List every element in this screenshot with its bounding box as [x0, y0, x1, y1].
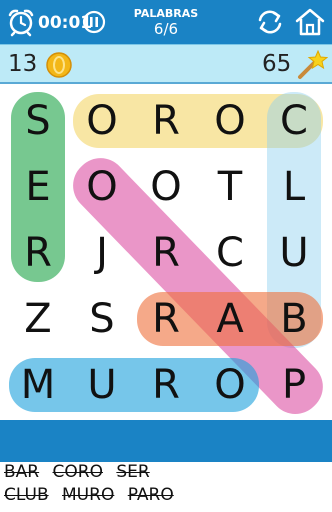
letter-cell[interactable]: S — [6, 88, 70, 154]
refresh-button[interactable] — [254, 7, 286, 41]
letter-cell[interactable]: O — [198, 352, 262, 418]
letter-cell[interactable]: C — [198, 220, 262, 286]
letter-cell[interactable]: O — [198, 88, 262, 154]
coin-icon — [46, 52, 72, 82]
home-button[interactable] — [294, 6, 326, 42]
letter-cell[interactable]: R — [134, 88, 198, 154]
bottom-stripe — [0, 420, 332, 460]
letter-cell[interactable]: R — [134, 286, 198, 352]
letter-cell[interactable]: O — [70, 88, 134, 154]
found-word: MURO — [62, 485, 115, 505]
letter-cell[interactable]: U — [70, 352, 134, 418]
letter-cell[interactable]: Z — [6, 286, 70, 352]
top-bar: 00:01 PALABRAS 6/6 — [0, 0, 332, 44]
hint-count: 65 — [262, 51, 292, 77]
letter-cell[interactable]: J — [70, 220, 134, 286]
found-word: BAR — [4, 462, 40, 482]
word-list-row: BAR CORO SER — [4, 462, 328, 485]
letter-cell[interactable]: A — [198, 286, 262, 352]
letter-cell[interactable]: E — [6, 154, 70, 220]
letter-cell[interactable]: P — [262, 352, 326, 418]
letter-cell[interactable]: R — [134, 220, 198, 286]
word-search-board[interactable]: SOROCEOOTLRJRCUZSRABMUROP — [0, 84, 332, 425]
stats-bar: 13 65 — [0, 44, 332, 84]
letter-cell[interactable]: O — [134, 154, 198, 220]
letter-cell[interactable]: S — [70, 286, 134, 352]
magic-wand-icon[interactable] — [296, 49, 329, 85]
found-word: PARO — [127, 485, 174, 505]
word-list-row: CLUB MURO PARO — [4, 485, 328, 508]
found-word: CORO — [52, 462, 103, 482]
letter-cell[interactable]: B — [262, 286, 326, 352]
letter-cell[interactable]: R — [134, 352, 198, 418]
letter-cell[interactable]: R — [6, 220, 70, 286]
letter-cell[interactable]: L — [262, 154, 326, 220]
letter-cell[interactable]: T — [198, 154, 262, 220]
found-word: CLUB — [4, 485, 49, 505]
letter-cell[interactable]: C — [262, 88, 326, 154]
letter-cell[interactable]: M — [6, 352, 70, 418]
coin-count: 13 — [8, 51, 38, 77]
found-word: SER — [116, 462, 150, 482]
letter-cell[interactable]: U — [262, 220, 326, 286]
word-list: BAR CORO SER CLUB MURO PARO — [0, 460, 332, 512]
letter-cell[interactable]: O — [70, 154, 134, 220]
